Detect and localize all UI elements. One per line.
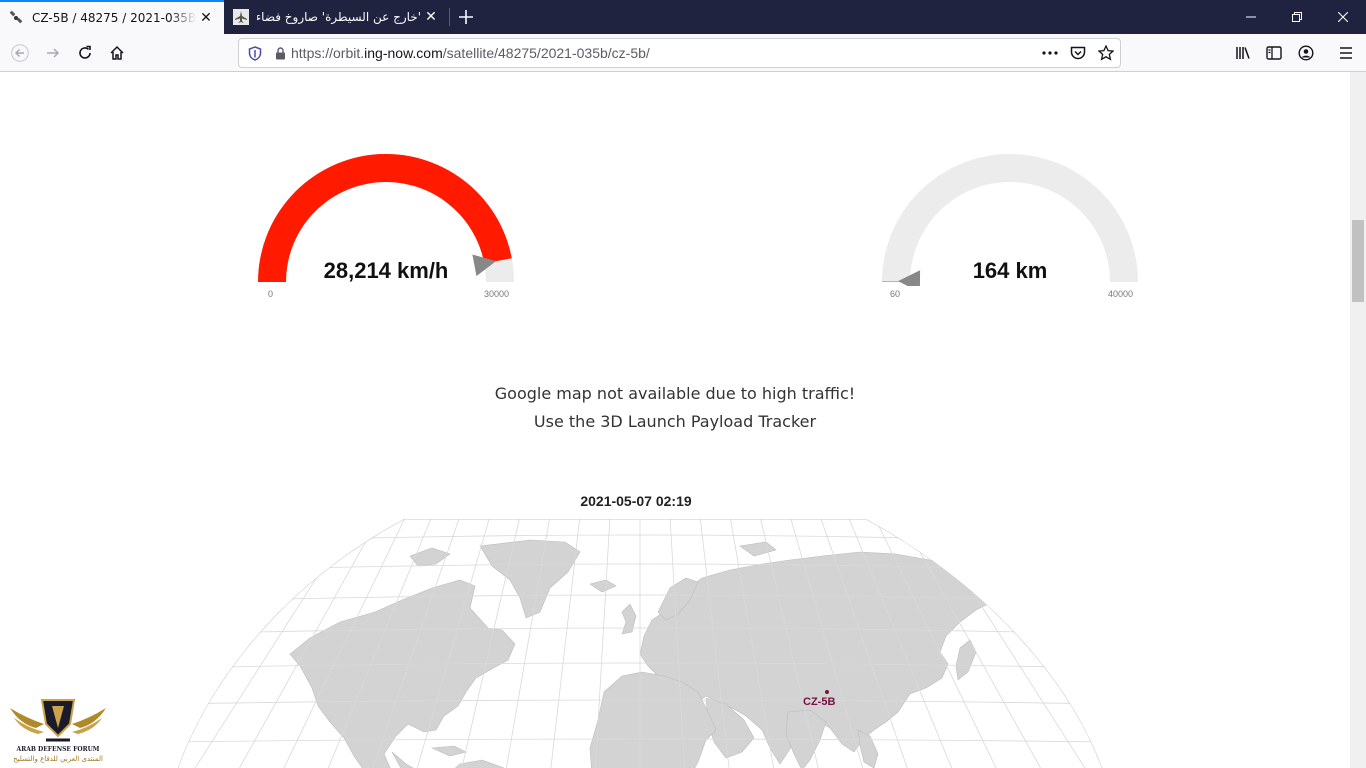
- reload-button[interactable]: [71, 39, 99, 67]
- satellite-label[interactable]: CZ-5B: [803, 696, 835, 708]
- altitude-min-label: 60: [890, 289, 901, 299]
- forum-logo-icon: [10, 699, 106, 742]
- address-bar[interactable]: https://orbit.ing-now.com/satellite/4827…: [238, 38, 1121, 68]
- sidebar-toggle-button[interactable]: [1260, 39, 1288, 67]
- forward-button[interactable]: [39, 39, 67, 67]
- lock-icon[interactable]: [269, 46, 291, 60]
- tab-strip: CZ-5B / 48275 / 2021-035B - Satellite ✕ …: [0, 0, 1366, 34]
- tab-separator: [449, 8, 450, 26]
- restore-button[interactable]: [1274, 0, 1320, 34]
- home-icon: [110, 45, 124, 60]
- tab-news-article[interactable]: 'خارج عن السيطرة' صاروخ فضاء ✕: [225, 0, 449, 34]
- speed-min-label: 0: [268, 289, 274, 299]
- altitude-max-label: 40000: [1108, 289, 1134, 299]
- tab-title: CZ-5B / 48275 / 2021-035B - Satellite: [32, 11, 196, 25]
- forum-title: ARAB DEFENSE FORUM: [16, 746, 100, 753]
- back-button[interactable]: [6, 39, 34, 67]
- close-tab-icon[interactable]: ✕: [196, 8, 216, 28]
- navigation-toolbar: https://orbit.ing-now.com/satellite/4827…: [0, 34, 1366, 72]
- sidebar-icon: [1266, 46, 1282, 60]
- jet-icon: [233, 9, 249, 25]
- altitude-value: 164 km: [972, 258, 1048, 283]
- traffic-notice: Google map not available due to high tra…: [494, 384, 856, 403]
- page-content: 28,214 km/h 0 30000 164 km 60 40000 Goog…: [0, 72, 1350, 768]
- world-map[interactable]: [170, 516, 1110, 768]
- tab-satellite-tracker[interactable]: CZ-5B / 48275 / 2021-035B - Satellite ✕: [0, 0, 224, 34]
- url-prefix: https://orbit.: [291, 45, 365, 61]
- new-tab-button[interactable]: [452, 3, 480, 31]
- url-path: /satellite/48275/2021-035b/cz-5b/: [442, 45, 650, 61]
- forum-subtitle: المنتدى العربي للدفاع والتسليح: [13, 755, 103, 763]
- page-actions-button[interactable]: [1036, 39, 1064, 67]
- close-icon: [1338, 12, 1348, 22]
- map-timestamp: 2021-05-07 02:19: [580, 493, 692, 509]
- star-icon: [1098, 45, 1114, 61]
- satellite-position-marker[interactable]: [825, 690, 829, 694]
- back-arrow-icon: [11, 44, 29, 62]
- forward-arrow-icon: [47, 48, 60, 58]
- restore-icon: [1292, 12, 1302, 22]
- minimize-icon: [1246, 16, 1256, 18]
- pocket-button[interactable]: [1064, 39, 1092, 67]
- satellite-icon: [8, 10, 24, 26]
- library-icon: [1236, 47, 1250, 59]
- minimize-button[interactable]: [1228, 0, 1274, 34]
- close-window-button[interactable]: [1320, 0, 1366, 34]
- tracking-protection-shield-icon[interactable]: [241, 45, 269, 61]
- speed-max-label: 30000: [484, 289, 510, 299]
- page-scrollbar[interactable]: [1350, 72, 1366, 768]
- scrollbar-thumb[interactable]: [1352, 220, 1364, 302]
- url-host: ing-now.com: [364, 45, 443, 61]
- map-projection: [175, 519, 1105, 768]
- app-menu-button[interactable]: [1332, 39, 1360, 67]
- url-text[interactable]: https://orbit.ing-now.com/satellite/4827…: [291, 45, 1036, 61]
- home-button[interactable]: [103, 39, 131, 67]
- close-tab-icon[interactable]: ✕: [421, 7, 441, 27]
- more-dots-icon: [1042, 51, 1058, 55]
- library-button[interactable]: [1229, 39, 1257, 67]
- pocket-icon: [1070, 46, 1086, 59]
- tracker-link[interactable]: Use the 3D Launch Payload Tracker: [400, 412, 950, 431]
- bookmark-star-button[interactable]: [1092, 39, 1120, 67]
- forum-watermark: ARAB DEFENSE FORUM المنتدى العربي للدفاع…: [6, 688, 110, 768]
- hamburger-menu-icon: [1340, 47, 1352, 59]
- account-button[interactable]: [1292, 39, 1320, 67]
- reload-icon: [79, 45, 91, 59]
- tab-title: 'خارج عن السيطرة' صاروخ فضاء: [257, 10, 421, 24]
- account-icon: [1298, 45, 1314, 61]
- plus-icon: [459, 10, 473, 24]
- speed-value: 28,214 km/h: [323, 258, 449, 283]
